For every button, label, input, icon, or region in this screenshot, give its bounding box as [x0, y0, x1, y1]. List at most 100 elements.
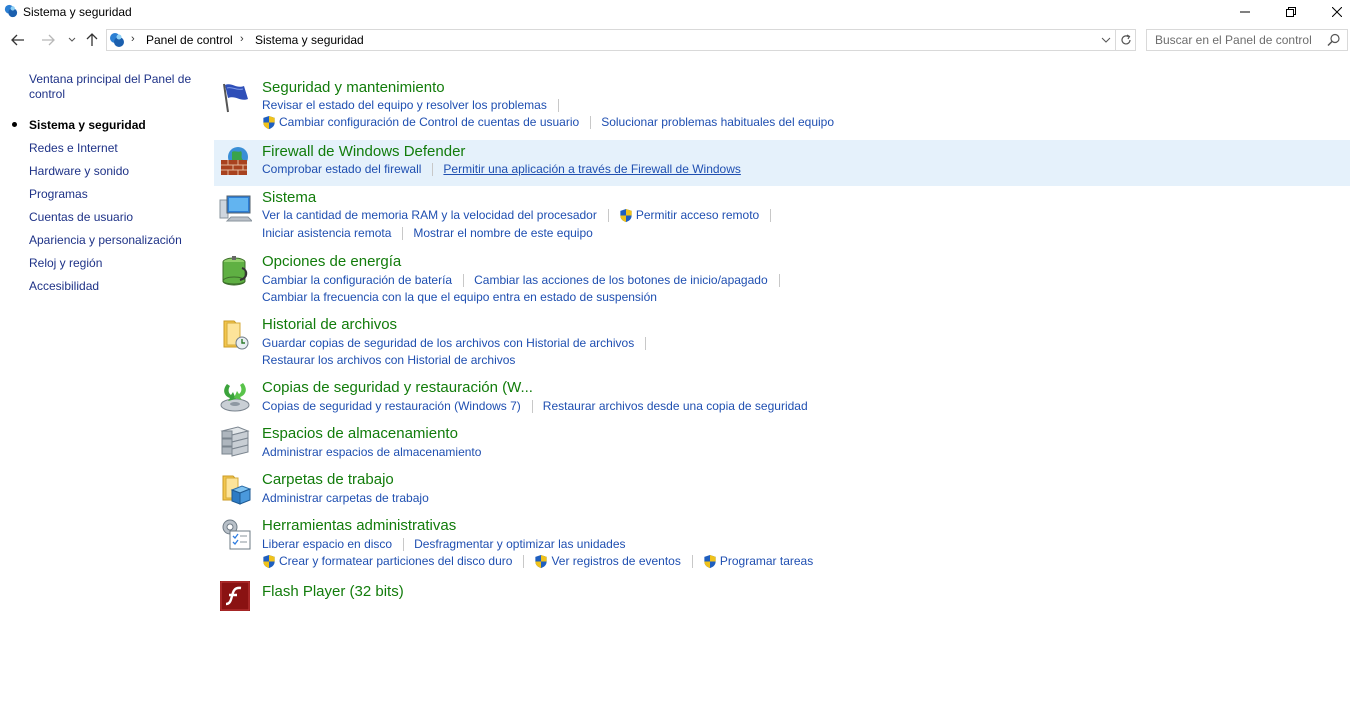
link[interactable]: Cambiar las acciones de los botones de i…: [474, 273, 768, 287]
link-row: Crear y formatear particiones del disco …: [262, 553, 813, 569]
category-title[interactable]: Herramientas administrativas: [262, 517, 456, 534]
link-row: Copias de seguridad y restauración (Wind…: [262, 398, 808, 414]
link[interactable]: Permitir acceso remoto: [636, 208, 759, 222]
divider: [403, 537, 405, 551]
uac-shield-icon: [263, 115, 275, 129]
sidebar-item-network[interactable]: Redes e Internet: [29, 141, 199, 156]
recent-locations-button[interactable]: [62, 30, 82, 50]
link[interactable]: Restaurar los archivos con Historial de …: [262, 353, 515, 367]
sidebar-item-user-accounts[interactable]: Cuentas de usuario: [29, 210, 199, 225]
restore-button[interactable]: [1268, 0, 1314, 24]
breadcrumb-separator-icon[interactable]: ›: [240, 33, 244, 45]
up-button[interactable]: [82, 30, 102, 50]
divider: [523, 554, 525, 568]
link[interactable]: Guardar copias de seguridad de los archi…: [262, 336, 634, 350]
category-power-options: Opciones de energía Cambiar la configura…: [214, 250, 1350, 310]
breadcrumb-current[interactable]: Sistema y seguridad: [255, 33, 364, 47]
link[interactable]: Ver registros de eventos: [551, 554, 680, 568]
control-panel-icon: [110, 33, 124, 47]
divider: [778, 273, 780, 287]
link[interactable]: Liberar espacio en disco: [262, 537, 392, 551]
category-flash-player: Flash Player (32 bits): [214, 578, 1350, 616]
category-file-history: Historial de archivos Guardar copias de …: [214, 313, 1350, 373]
link[interactable]: Cambiar configuración de Control de cuen…: [279, 115, 579, 129]
minimize-button[interactable]: [1222, 0, 1268, 24]
sidebar-home-link[interactable]: Ventana principal del Panel de control: [29, 72, 199, 102]
uac-shield-icon: [620, 208, 632, 222]
divider: [557, 98, 559, 112]
link-row: Cambiar la frecuencia con la que el equi…: [262, 289, 657, 305]
divider: [402, 226, 404, 240]
close-icon: [1332, 7, 1342, 17]
link-row: Administrar carpetas de trabajo: [262, 490, 429, 506]
flag-icon: [223, 83, 248, 113]
restore-icon: [1286, 7, 1296, 17]
category-title[interactable]: Opciones de energía: [262, 253, 401, 270]
link[interactable]: Comprobar estado del firewall: [262, 162, 421, 176]
refresh-icon: [1120, 34, 1131, 45]
link[interactable]: Restaurar archivos desde una copia de se…: [543, 399, 808, 413]
sidebar-item-system-security: Sistema y seguridad: [29, 118, 146, 132]
category-title[interactable]: Seguridad y mantenimiento: [262, 79, 445, 96]
link[interactable]: Mostrar el nombre de este equipo: [413, 226, 592, 240]
divider: [590, 115, 592, 129]
up-arrow-icon: [86, 33, 98, 46]
link[interactable]: Copias de seguridad y restauración (Wind…: [262, 399, 521, 413]
refresh-button[interactable]: [1116, 29, 1136, 51]
chevron-down-icon[interactable]: [1101, 33, 1111, 47]
category-title[interactable]: Copias de seguridad y restauración (W...: [262, 379, 533, 396]
computer-icon: [219, 195, 252, 222]
sidebar-item-appearance[interactable]: Apariencia y personalización: [29, 233, 199, 248]
category-title[interactable]: Historial de archivos: [262, 316, 397, 333]
window-title: Sistema y seguridad: [23, 5, 132, 19]
forward-button[interactable]: [38, 30, 58, 50]
current-page-bullet: [12, 122, 17, 127]
link[interactable]: Iniciar asistencia remota: [262, 226, 391, 240]
flash-player-icon: [220, 581, 250, 611]
search-input[interactable]: [1147, 30, 1327, 50]
navigation-bar: › Panel de control › Sistema y seguridad: [0, 28, 1360, 52]
address-bar[interactable]: › Panel de control › Sistema y seguridad: [106, 29, 1116, 51]
category-title[interactable]: Sistema: [262, 189, 316, 206]
link[interactable]: Crear y formatear particiones del disco …: [279, 554, 512, 568]
link[interactable]: Cambiar la frecuencia con la que el equi…: [262, 290, 657, 304]
link-row: Cambiar la configuración de batería Cambi…: [262, 272, 790, 288]
breadcrumb-separator-icon[interactable]: ›: [131, 33, 135, 45]
sidebar-item-accessibility[interactable]: Accesibilidad: [29, 279, 199, 294]
category-title[interactable]: Espacios de almacenamiento: [262, 425, 458, 442]
sidebar-item-hardware[interactable]: Hardware y sonido: [29, 164, 199, 179]
divider: [770, 208, 772, 222]
breadcrumb-control-panel[interactable]: Panel de control: [146, 33, 233, 47]
link-row: Liberar espacio en disco Desfragmentar y …: [262, 536, 626, 552]
category-title[interactable]: Firewall de Windows Defender: [262, 143, 465, 160]
close-button[interactable]: [1314, 0, 1360, 24]
link[interactable]: Desfragmentar y optimizar las unidades: [414, 537, 625, 551]
sidebar-item-programs[interactable]: Programas: [29, 187, 199, 202]
sidebar-item-clock-region[interactable]: Reloj y región: [29, 256, 199, 271]
link[interactable]: Cambiar la configuración de batería: [262, 273, 452, 287]
category-title[interactable]: Flash Player (32 bits): [262, 583, 404, 600]
category-firewall[interactable]: Firewall de Windows Defender Comprobar e…: [214, 140, 1350, 186]
link[interactable]: Revisar el estado del equipo y resolver …: [262, 98, 547, 112]
divider: [607, 208, 609, 222]
link-row: Revisar el estado del equipo y resolver …: [262, 97, 569, 113]
link-row: Comprobar estado del firewall Permitir un…: [262, 161, 741, 177]
search-icon[interactable]: [1327, 33, 1341, 47]
category-title[interactable]: Carpetas de trabajo: [262, 471, 394, 488]
file-history-icon: [223, 320, 249, 350]
link[interactable]: Administrar carpetas de trabajo: [262, 491, 429, 505]
link[interactable]: Programar tareas: [720, 554, 813, 568]
link[interactable]: Solucionar problemas habituales del equi…: [601, 115, 834, 129]
back-button[interactable]: [8, 30, 28, 50]
link[interactable]: Administrar espacios de almacenamiento: [262, 445, 481, 459]
search-box[interactable]: [1146, 29, 1348, 51]
chevron-down-icon: [68, 37, 76, 42]
link[interactable]: Permitir una aplicación a través de Fire…: [443, 162, 740, 176]
link[interactable]: Ver la cantidad de memoria RAM y la velo…: [262, 208, 597, 222]
admin-tools-icon: [222, 519, 251, 550]
forward-arrow-icon: [42, 34, 55, 46]
link-row: Ver la cantidad de memoria RAM y la velo…: [262, 207, 781, 223]
link-row: Iniciar asistencia remota Mostrar el nomb…: [262, 225, 593, 241]
category-system: Sistema Ver la cantidad de memoria RAM y…: [214, 186, 1350, 246]
divider: [432, 162, 434, 176]
